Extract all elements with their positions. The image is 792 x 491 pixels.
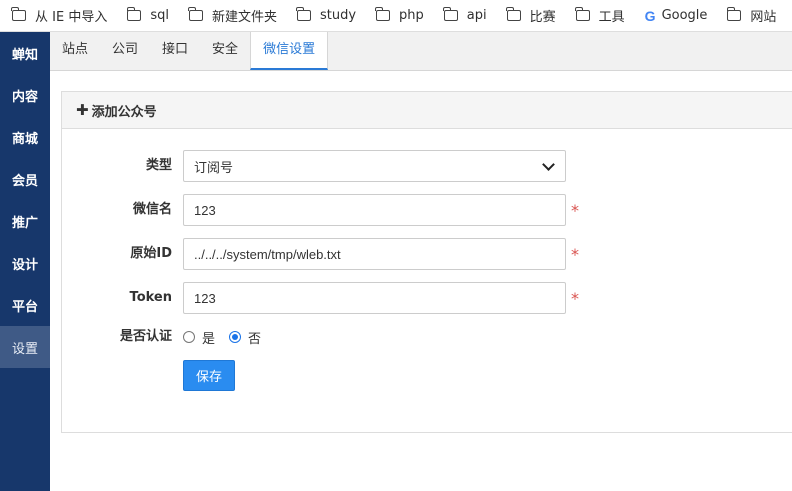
bookmark-label: Google xyxy=(661,8,708,23)
sidebar-item-content[interactable]: 内容 xyxy=(0,74,50,116)
bookmark-label: api xyxy=(466,8,487,23)
certified-label: 是否认证 xyxy=(119,329,172,344)
bookmark-m[interactable]: m xyxy=(784,0,792,31)
chevron-down-icon xyxy=(542,157,555,171)
form-row-origin-id: 原始ID * xyxy=(62,238,792,270)
certified-no-option[interactable]: 否 xyxy=(229,328,261,347)
folder-icon xyxy=(575,7,590,21)
wechat-name-input[interactable] xyxy=(183,194,566,226)
form-row-name: 微信名 * xyxy=(62,194,792,226)
sidebar-item-platform[interactable]: 平台 xyxy=(0,284,50,326)
folder-icon xyxy=(726,7,742,21)
tab-security[interactable]: 安全 xyxy=(200,32,250,70)
required-mark: * xyxy=(571,289,579,308)
tab-site[interactable]: 站点 xyxy=(50,32,100,70)
folder-icon xyxy=(126,7,142,21)
sidebar-item-promotion[interactable]: 推广 xyxy=(0,200,50,242)
certified-no-label: 否 xyxy=(248,331,262,347)
sidebar-item-members[interactable]: 会员 xyxy=(0,158,50,200)
sidebar-item-settings[interactable]: 设置 xyxy=(0,326,50,368)
bookmark-contest[interactable]: 比赛 xyxy=(495,0,564,31)
required-mark: * xyxy=(571,245,579,264)
sidebar-item-design[interactable]: 设计 xyxy=(0,242,50,284)
bookmark-new-folder[interactable]: 新建文件夹 xyxy=(177,0,285,31)
certified-yes-label: 是 xyxy=(202,331,216,347)
token-label: Token xyxy=(129,290,172,305)
form-row-certified: 是否认证 是 否 xyxy=(62,323,792,351)
bookmark-label: 新建文件夹 xyxy=(211,10,277,25)
type-select[interactable]: 订阅号 xyxy=(183,150,566,182)
add-account-panel: ✚ 添加公众号 类型 订阅号 微信名 * 原始ID * Token * 是否认证… xyxy=(61,91,792,433)
bookmark-study[interactable]: study xyxy=(285,0,364,31)
wechat-name-label: 微信名 xyxy=(132,202,172,217)
bookmark-label: php xyxy=(399,8,424,23)
folder-icon xyxy=(11,7,26,21)
bookmark-api[interactable]: api xyxy=(432,0,495,31)
bookmark-label: 工具 xyxy=(598,10,625,25)
required-mark: * xyxy=(571,201,579,220)
bookmark-label: study xyxy=(319,8,357,23)
bookmark-label: sql xyxy=(150,8,169,23)
folder-icon xyxy=(296,7,311,21)
bookmark-label: 比赛 xyxy=(529,10,556,25)
tab-wechat-settings[interactable]: 微信设置 xyxy=(250,32,329,70)
certified-yes-option[interactable]: 是 xyxy=(183,328,215,347)
type-label: 类型 xyxy=(145,158,172,173)
folder-icon xyxy=(443,7,458,21)
plus-icon: ✚ xyxy=(76,101,89,119)
bookmark-label: 从 IE 中导入 xyxy=(35,10,108,25)
origin-id-label: 原始ID xyxy=(130,246,172,261)
certified-no-radio[interactable] xyxy=(229,331,242,343)
sidebar-item-shop[interactable]: 商城 xyxy=(0,116,50,158)
settings-tabbar: 站点 公司 接口 安全 微信设置 xyxy=(50,32,792,71)
bookmark-label: 网站 xyxy=(750,10,777,25)
certified-yes-radio[interactable] xyxy=(183,331,195,343)
bookmark-sites[interactable]: 网站 xyxy=(715,0,784,31)
panel-title: 添加公众号 xyxy=(91,104,157,120)
form-row-type: 类型 订阅号 xyxy=(62,150,792,182)
folder-icon xyxy=(506,7,521,21)
type-select-value: 订阅号 xyxy=(194,159,234,175)
bookmark-sql[interactable]: sql xyxy=(115,0,177,31)
token-input[interactable] xyxy=(183,282,566,314)
sidebar: 蝉知 内容 商城 会员 推广 设计 平台 设置 xyxy=(0,32,50,491)
sidebar-item-brand[interactable]: 蝉知 xyxy=(0,32,50,74)
bookmark-php[interactable]: php xyxy=(364,0,432,31)
save-button[interactable]: 保存 xyxy=(183,360,235,391)
tab-company[interactable]: 公司 xyxy=(100,32,150,70)
bookmark-tools[interactable]: 工具 xyxy=(564,0,633,31)
bookmark-import-ie[interactable]: 从 IE 中导入 xyxy=(0,0,115,31)
panel-header: ✚ 添加公众号 xyxy=(62,92,792,129)
bookmark-google[interactable]: G Google xyxy=(633,0,716,31)
form-row-token: Token * xyxy=(62,282,792,314)
folder-icon xyxy=(375,7,391,21)
certified-radio-group: 是 否 xyxy=(183,323,275,351)
google-icon: G xyxy=(644,7,656,24)
bookmarks-bar: 从 IE 中导入 sql 新建文件夹 study php api 比赛 工具 G… xyxy=(0,0,792,32)
tab-api[interactable]: 接口 xyxy=(150,32,200,70)
folder-icon xyxy=(188,7,203,21)
origin-id-input[interactable] xyxy=(183,238,566,270)
